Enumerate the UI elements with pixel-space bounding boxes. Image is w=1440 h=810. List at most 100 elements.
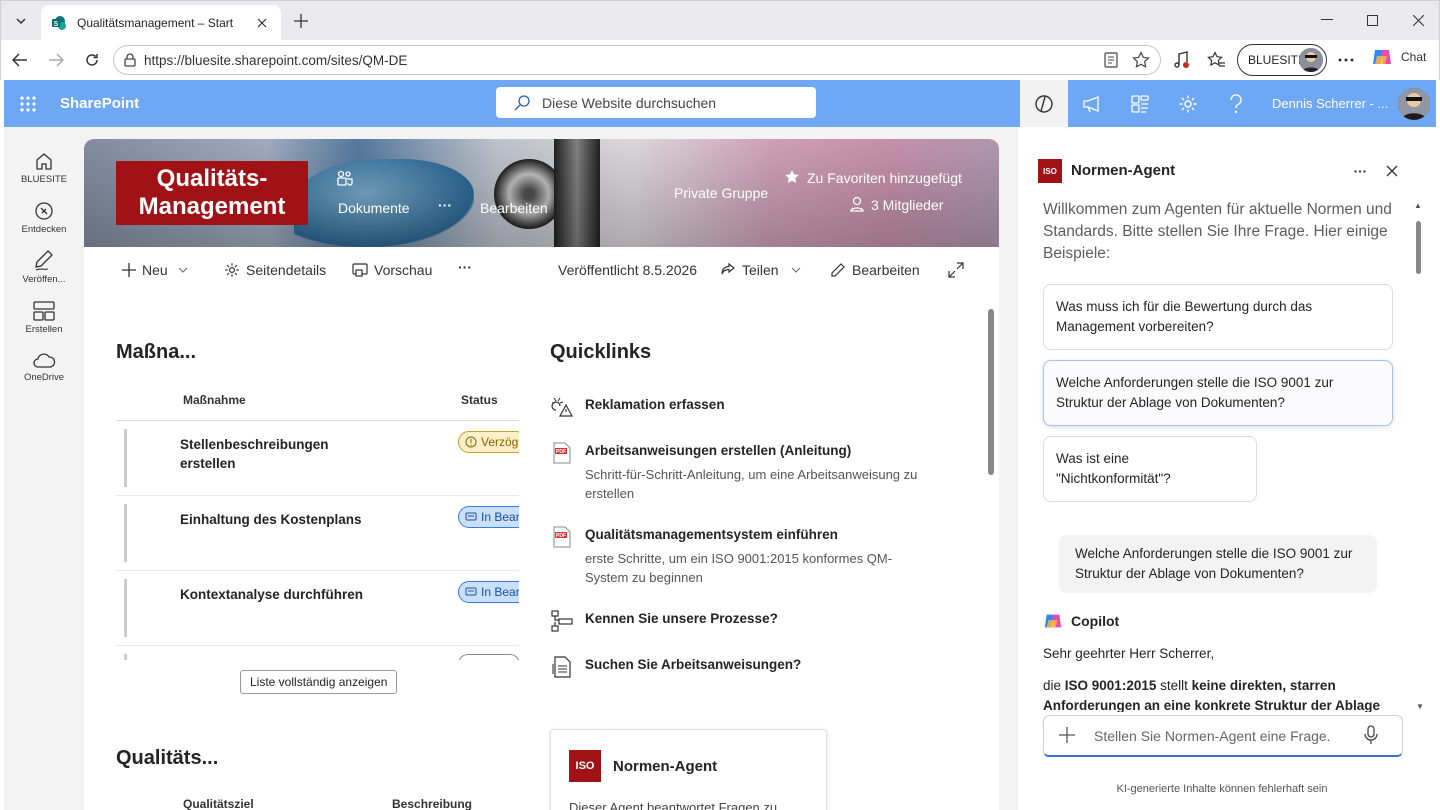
- new-label: Neu: [142, 262, 168, 278]
- more-commands-button[interactable]: ···: [458, 259, 472, 275]
- panel-scrollbar[interactable]: [1416, 221, 1421, 274]
- reader-view-icon[interactable]: [1100, 49, 1122, 71]
- nav-documents[interactable]: Dokumente: [338, 200, 410, 216]
- table-row[interactable]: Einhaltung des Kostenplans In Bear: [116, 496, 519, 571]
- lock-icon[interactable]: [124, 53, 136, 67]
- megaphone-icon[interactable]: [1080, 92, 1104, 116]
- command-bar: Neu Seitendetails Vorschau ··· Veröffent…: [84, 247, 999, 293]
- copilot-chat-label: Chat: [1401, 50, 1427, 64]
- column-status[interactable]: Status: [461, 393, 498, 407]
- expand-icon[interactable]: [948, 262, 964, 278]
- chat-input[interactable]: Stellen Sie Normen-Agent eine Frage.: [1043, 715, 1403, 757]
- agent-toggle-button[interactable]: [1020, 80, 1068, 127]
- page-scrollbar[interactable]: [988, 309, 994, 475]
- pen-icon: [4, 249, 84, 271]
- favorite-status[interactable]: Zu Favoriten hinzugefügt: [807, 170, 962, 186]
- published-status: Veröffentlicht 8.5.2026: [558, 262, 698, 278]
- browser-tab[interactable]: S Qualitätsmanagement – Start: [41, 5, 281, 41]
- table-row[interactable]: Stellenbeschreibungen erstellen Verzög: [116, 421, 519, 496]
- preview-icon: [352, 262, 368, 278]
- normen-agent-card[interactable]: ISO Normen-Agent Dieser Agent beantworte…: [550, 729, 827, 810]
- favorites-list-icon[interactable]: [1203, 47, 1229, 73]
- gear-icon: [224, 262, 240, 278]
- table-row[interactable]: Kontextanalyse durchführen In Bear: [116, 571, 519, 646]
- preview-label: Vorschau: [374, 262, 433, 278]
- column-measure[interactable]: Maßnahme: [183, 393, 246, 407]
- row-marker: [124, 579, 127, 637]
- measures-title[interactable]: Maßna...: [116, 341, 196, 364]
- quicklink-title: Suchen Sie Arbeitsanweisungen?: [585, 657, 802, 672]
- microphone-icon[interactable]: [1364, 725, 1378, 745]
- close-window-icon[interactable]: [1404, 7, 1432, 33]
- column-goal[interactable]: Qualitätsziel: [183, 797, 254, 810]
- site-logo[interactable]: Qualitäts- Management: [116, 161, 308, 225]
- page-details-button[interactable]: Seitendetails: [224, 262, 326, 278]
- pencil-icon: [830, 262, 846, 278]
- copilot-chat-button[interactable]: Chat: [1371, 46, 1426, 68]
- app-launcher-icon[interactable]: [16, 92, 40, 116]
- chat-input-placeholder: Stellen Sie Normen-Agent eine Frage.: [1094, 728, 1331, 744]
- minimize-icon[interactable]: [1313, 7, 1341, 33]
- gear-icon[interactable]: [1176, 92, 1200, 116]
- share-button[interactable]: Teilen: [720, 262, 801, 278]
- chevron-down-icon: [791, 267, 801, 273]
- close-tab-icon[interactable]: [253, 14, 271, 32]
- site-search-input[interactable]: Diese Website durchsuchen: [496, 87, 816, 118]
- star-filled-icon[interactable]: [784, 169, 800, 190]
- rail-item-onedrive[interactable]: OneDrive: [4, 351, 84, 383]
- media-icon[interactable]: [1169, 47, 1195, 73]
- close-icon[interactable]: [1380, 159, 1404, 183]
- refresh-icon[interactable]: [79, 47, 105, 73]
- more-options-icon[interactable]: [1333, 47, 1359, 73]
- nav-edit[interactable]: Bearbeiten: [480, 200, 548, 216]
- page-canvas: Qualitäts- Management Dokumente ··· Bear…: [84, 127, 1018, 810]
- favorite-star-icon[interactable]: [1130, 49, 1152, 71]
- svg-text:PDF: PDF: [556, 449, 566, 455]
- new-tab-button[interactable]: [289, 9, 313, 33]
- suggestion-button[interactable]: Was muss ich für die Bewertung durch das…: [1043, 284, 1393, 350]
- sharepoint-app-name[interactable]: SharePoint: [60, 95, 139, 112]
- user-avatar[interactable]: [1398, 88, 1430, 120]
- maximize-icon[interactable]: [1358, 7, 1386, 33]
- rail-item-veroeffentlichen[interactable]: Veröffen...: [4, 249, 84, 285]
- more-options-icon[interactable]: [1348, 159, 1372, 183]
- help-icon[interactable]: [1224, 92, 1248, 116]
- preview-button[interactable]: Vorschau: [352, 262, 432, 278]
- scroll-up-arrow-icon[interactable]: ▲: [1414, 201, 1422, 210]
- quicklinks-title: Quicklinks: [550, 341, 652, 363]
- column-description[interactable]: Beschreibung: [392, 797, 472, 810]
- quicklink-title: Arbeitsanweisungen erstellen (Anleitung): [585, 443, 852, 458]
- tab-list-button[interactable]: [7, 7, 35, 35]
- share-label: Teilen: [742, 262, 779, 278]
- user-name[interactable]: Dennis Scherrer - ...: [1272, 96, 1388, 111]
- rail-item-bluesite[interactable]: BLUESITE: [4, 151, 84, 185]
- rail-label: OneDrive: [23, 372, 65, 383]
- nav-more[interactable]: ···: [438, 197, 452, 213]
- address-bar[interactable]: https://bluesite.sharepoint.com/sites/QM…: [113, 45, 1161, 75]
- edit-page-button[interactable]: Bearbeiten: [830, 262, 920, 278]
- row-marker: [124, 504, 127, 562]
- progress-icon: [465, 511, 477, 523]
- app-settings-icon[interactable]: [1128, 92, 1152, 116]
- sharepoint-suite-bar: SharePoint Diese Website durchsuchen Den…: [4, 80, 1436, 127]
- teams-icon[interactable]: [336, 169, 354, 192]
- site-page: Qualitäts- Management Dokumente ··· Bear…: [84, 139, 999, 810]
- status-badge-partial: [458, 654, 519, 660]
- rail-item-erstellen[interactable]: Erstellen: [4, 301, 84, 335]
- goals-title[interactable]: Qualitäts...: [116, 747, 218, 770]
- show-all-button[interactable]: Liste vollständig anzeigen: [240, 670, 398, 694]
- back-icon[interactable]: [7, 47, 33, 73]
- add-attachment-icon[interactable]: [1058, 726, 1076, 744]
- compass-icon: [4, 201, 84, 221]
- forward-icon[interactable]: [43, 47, 69, 73]
- suggestion-button[interactable]: Welche Anforderungen stelle die ISO 9001…: [1043, 360, 1393, 426]
- members-count[interactable]: 3 Mitglieder: [871, 197, 943, 213]
- logo-line-1: Qualitäts-: [156, 165, 268, 192]
- person-icon: [850, 196, 864, 217]
- new-button[interactable]: Neu: [122, 262, 188, 278]
- scroll-down-arrow-icon[interactable]: ▼: [1416, 702, 1424, 711]
- copilot-name: Copilot: [1071, 613, 1120, 629]
- profile-button[interactable]: BLUESITE: [1237, 44, 1327, 76]
- suggestion-button[interactable]: Was ist eine "Nichtkonformität"?: [1043, 436, 1257, 502]
- rail-item-entdecken[interactable]: Entdecken: [4, 201, 84, 235]
